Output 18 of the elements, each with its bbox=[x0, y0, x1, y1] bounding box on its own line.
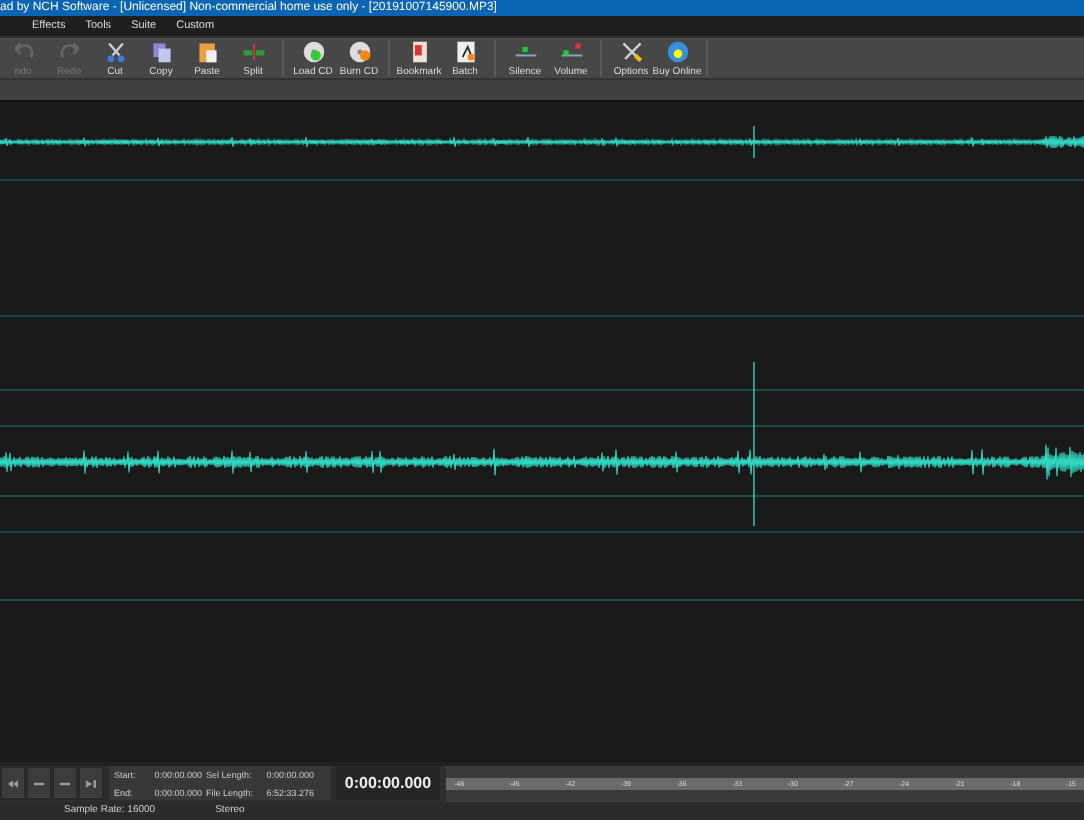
dash-icon bbox=[34, 779, 44, 788]
skip-end-icon bbox=[86, 779, 96, 788]
cd-icon bbox=[347, 40, 371, 65]
rewind-icon bbox=[8, 779, 18, 788]
paste-icon bbox=[195, 40, 219, 65]
forward-button[interactable] bbox=[52, 766, 78, 801]
copy-icon bbox=[149, 40, 173, 65]
cd-icon bbox=[301, 40, 325, 65]
time-display: 0:00:00.000 bbox=[336, 766, 440, 801]
scissors-icon bbox=[103, 40, 127, 65]
skip-end-button[interactable] bbox=[78, 766, 104, 801]
dash-icon bbox=[60, 779, 70, 788]
batch-icon bbox=[453, 40, 477, 65]
bookmark-icon bbox=[407, 40, 431, 65]
back-button[interactable] bbox=[26, 766, 52, 801]
tools-icon bbox=[619, 40, 643, 65]
rewind-button[interactable] bbox=[0, 766, 26, 801]
split-icon bbox=[241, 40, 265, 65]
